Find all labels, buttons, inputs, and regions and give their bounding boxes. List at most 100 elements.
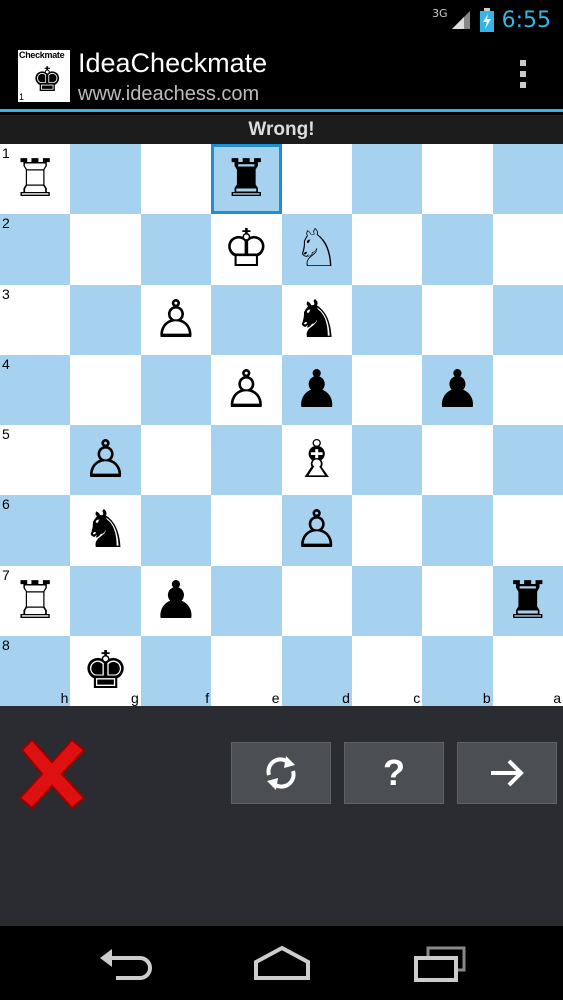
chess-piece[interactable]: ♟ [422,355,492,425]
retry-button[interactable] [231,742,331,804]
board-square[interactable] [281,144,352,215]
board-square[interactable] [422,565,493,636]
board-square[interactable] [492,284,563,355]
chess-board[interactable]: 1 ♖ ♜ 2 ♔ ♘ 3 ♙ ♞ 4 ♙ ♟ ♟ 5 ♙ ♗ 6 ♞ ♙ 7 ♖ ♟ ♜ 8 h g ♚ f e d c b a [0,144,563,706]
board-square[interactable] [140,144,212,215]
chess-piece[interactable]: ♜ [214,147,278,211]
chess-piece[interactable]: ♙ [211,355,281,425]
board-square[interactable] [351,144,423,215]
board-square[interactable]: 1 ♖ [0,144,71,215]
chess-piece[interactable]: ♚ [70,636,140,706]
overflow-menu-icon[interactable] [519,60,527,92]
board-square[interactable]: 7 ♖ [0,565,71,636]
chess-piece[interactable]: ♞ [282,285,352,355]
board-square[interactable]: g ♚ [70,635,141,706]
recent-apps-icon[interactable] [410,944,470,984]
board-square[interactable] [492,354,563,425]
board-square[interactable]: 4 [0,354,71,425]
board-square[interactable]: c [351,635,423,706]
board-square[interactable] [422,284,493,355]
app-logo[interactable]: Checkmate ♚ 1 [18,50,70,102]
board-square[interactable]: ♜ [211,144,282,215]
board-square[interactable]: 3 [0,284,71,355]
king-icon: ♚ [32,60,63,100]
chess-piece[interactable]: ♖ [0,566,70,636]
chess-piece[interactable]: ♘ [282,214,352,284]
chess-piece[interactable]: ♟ [141,566,211,636]
chess-piece[interactable]: ♗ [282,425,352,495]
board-square[interactable] [351,214,423,285]
board-square[interactable]: 5 [0,425,71,496]
board-square[interactable] [351,284,423,355]
chess-piece[interactable]: ♞ [70,495,140,565]
board-square[interactable] [351,425,423,496]
board-square[interactable] [140,425,212,496]
board-square[interactable] [351,565,423,636]
chess-piece[interactable]: ♙ [70,425,140,495]
board-square[interactable]: ♟ [422,354,493,425]
board-square[interactable]: ♞ [70,495,141,566]
app-title: IdeaCheckmate [78,48,268,78]
board-square[interactable]: ♟ [140,565,212,636]
board-square[interactable]: ♙ [211,354,282,425]
board-square[interactable] [422,144,493,215]
board-square[interactable]: e [211,635,282,706]
board-square[interactable]: 8h [0,635,71,706]
board-square[interactable]: a [492,635,563,706]
board-square[interactable] [281,565,352,636]
board-square[interactable] [211,495,282,566]
board-square[interactable]: ♙ [140,284,212,355]
rank-label: 4 [2,355,10,372]
action-bar: Checkmate ♚ 1 IdeaCheckmate www.ideaches… [0,40,563,112]
help-icon: ? [383,752,405,793]
board-square[interactable] [140,495,212,566]
chess-piece[interactable]: ♜ [493,566,563,636]
rank-label: 2 [2,215,10,232]
back-icon[interactable] [96,944,154,984]
board-square[interactable] [70,354,141,425]
chess-piece[interactable]: ♖ [0,144,70,214]
board-square[interactable]: f [140,635,212,706]
board-square[interactable]: 6 [0,495,71,566]
board-square[interactable]: ♔ [211,214,282,285]
board-square[interactable] [70,284,141,355]
board-square[interactable] [492,495,563,566]
board-square[interactable] [492,144,563,215]
board-square[interactable] [211,425,282,496]
board-square[interactable] [492,425,563,496]
board-square[interactable] [351,495,423,566]
hint-button[interactable]: ? [344,742,444,804]
board-square[interactable]: ♘ [281,214,352,285]
board-square[interactable] [70,565,141,636]
file-label: b [482,690,491,706]
board-square[interactable]: ♗ [281,425,352,496]
board-square[interactable] [422,214,493,285]
board-square[interactable]: ♟ [281,354,352,425]
next-button[interactable] [457,742,557,804]
board-square[interactable] [422,425,493,496]
board-square[interactable]: b [422,635,493,706]
board-square[interactable] [70,214,141,285]
board-square[interactable] [351,354,423,425]
board-square[interactable] [70,144,141,215]
chess-piece[interactable]: ♙ [282,495,352,565]
board-square[interactable]: ♙ [281,495,352,566]
board-square[interactable]: 2 [0,214,71,285]
logo-number: 1 [19,92,25,102]
board-square[interactable]: ♜ [492,565,563,636]
home-icon[interactable] [252,944,312,984]
board-square[interactable]: ♙ [70,425,141,496]
rank-label: 5 [2,426,10,442]
board-square[interactable] [211,284,282,355]
chess-piece[interactable]: ♔ [211,214,281,284]
board-square[interactable] [140,354,212,425]
board-square[interactable] [140,214,212,285]
board-square[interactable] [492,214,563,285]
board-square[interactable] [211,565,282,636]
board-square[interactable] [422,495,493,566]
chess-piece[interactable]: ♟ [282,355,352,425]
chess-piece[interactable]: ♙ [141,285,211,355]
controls-panel: ? [0,706,563,926]
board-square[interactable]: ♞ [281,284,352,355]
board-square[interactable]: d [281,635,352,706]
